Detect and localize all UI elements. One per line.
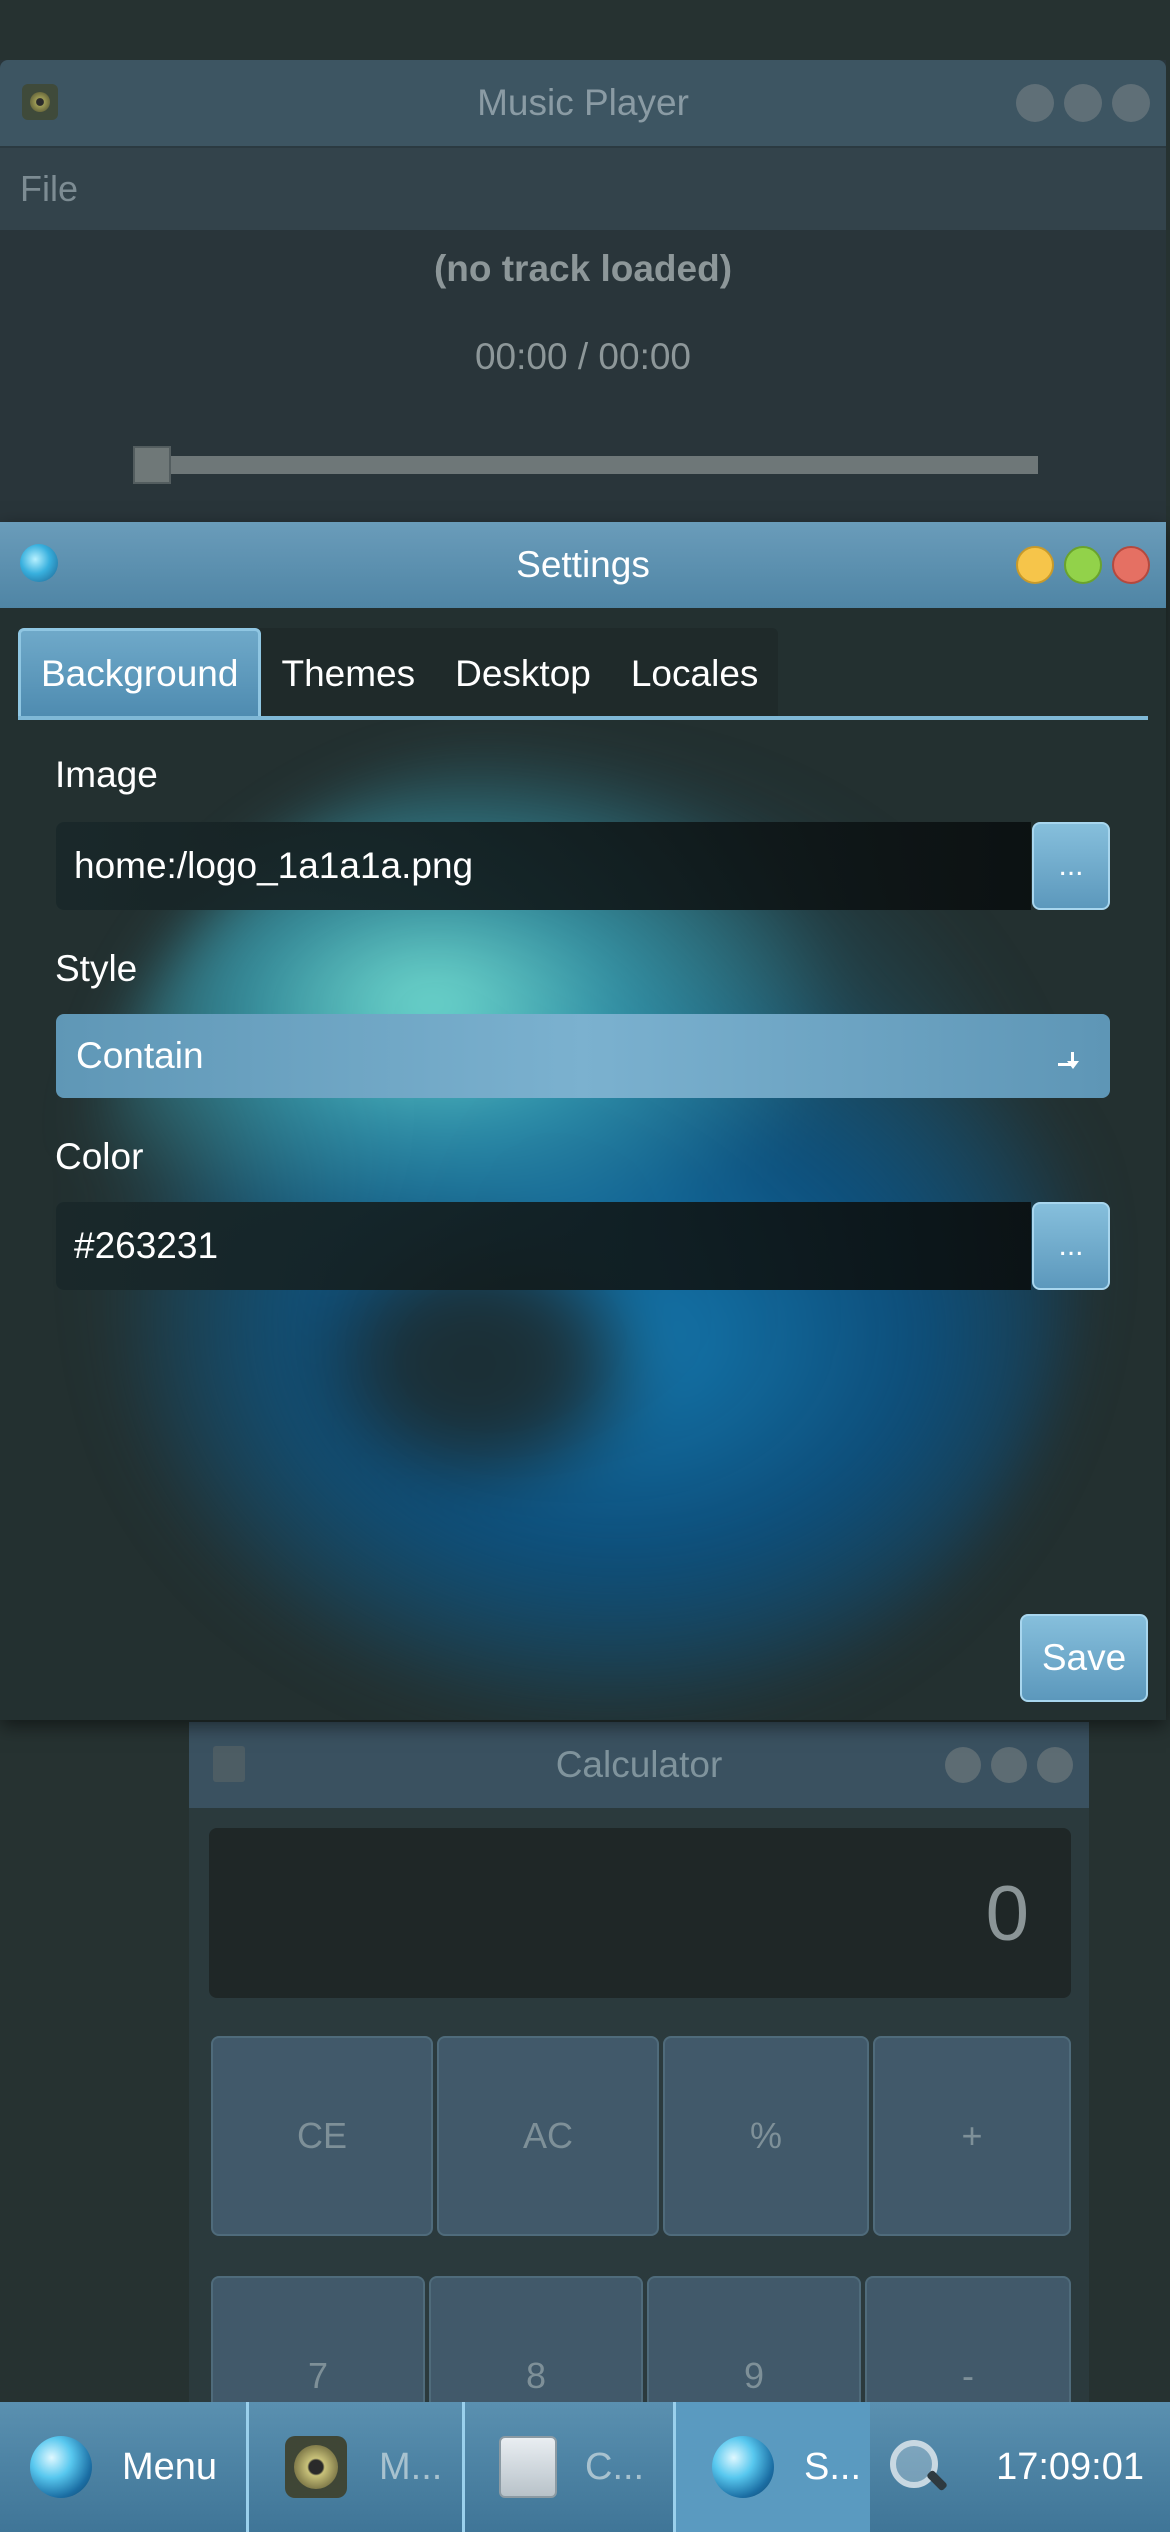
minimize-button[interactable] [1016,546,1054,584]
style-dropdown[interactable]: Contain [56,1014,1110,1098]
maximize-button[interactable] [1064,546,1102,584]
calculator-titlebar[interactable]: Calculator [189,1722,1089,1808]
settings-logo-icon [712,2436,774,2498]
color-picker-button[interactable]: ... [1032,1202,1110,1290]
tab-themes[interactable]: Themes [261,628,435,720]
calculator-icon [213,1746,245,1782]
minimize-button[interactable] [1016,84,1054,122]
taskbar-item-label: C... [585,2445,645,2488]
maximize-button[interactable] [1064,84,1102,122]
tab-bar: Background Themes Desktop Locales [18,628,779,720]
music-player-titlebar[interactable]: Music Player [0,60,1166,146]
taskbar-item-music-player[interactable]: M... [249,2402,462,2532]
display-value: 0 [985,1868,1029,1957]
color-field[interactable]: #263231 [56,1202,1031,1290]
menu-button[interactable]: Menu [0,2402,246,2532]
search-icon[interactable] [886,2436,948,2498]
style-selected-value: Contain [76,1035,204,1076]
tab-locales[interactable]: Locales [611,628,779,720]
seek-slider[interactable] [133,456,1038,474]
menu-label: Menu [122,2445,218,2488]
window-title: Calculator [555,1744,723,1785]
taskbar-item-calculator[interactable]: C... [465,2402,673,2532]
minimize-button[interactable] [945,1747,981,1783]
tab-desktop[interactable]: Desktop [435,628,611,720]
window-title: Music Player [477,82,689,123]
music-player-window[interactable]: Music Player File (no track loaded) 00:0… [0,60,1166,530]
image-label: Image [55,754,158,795]
taskbar-item-label: M... [379,2445,443,2488]
window-controls [1016,84,1150,122]
close-button[interactable] [1112,84,1150,122]
window-controls [1016,546,1150,584]
speaker-icon [22,84,58,120]
taskbar-item-label: S... [804,2445,862,2488]
ce-button[interactable]: CE [211,2036,433,2236]
tab-underline [18,716,1148,720]
ac-button[interactable]: AC [437,2036,659,2236]
plus-button[interactable]: + [873,2036,1071,2236]
style-label: Style [55,948,138,989]
logo-icon [30,2436,92,2498]
save-button[interactable]: Save [1020,1614,1148,1702]
calculator-window[interactable]: Calculator 0 CE AC % + 7 8 9 - [189,1722,1089,2476]
track-title: (no track loaded) [433,248,733,289]
tab-background[interactable]: Background [18,628,262,720]
settings-window[interactable]: Settings Background Themes Desktop Local… [0,522,1166,1720]
taskbar-item-settings[interactable]: S... [676,2402,870,2532]
menu-file[interactable]: File [20,168,78,210]
seek-slider-handle[interactable] [133,446,171,484]
close-button[interactable] [1112,546,1150,584]
menubar: File [0,146,1166,230]
calculator-display: 0 [209,1828,1071,1998]
taskbar: Menu M... C... S... 17:09:01 [0,2402,1170,2532]
settings-logo-icon [20,544,58,582]
color-label: Color [55,1136,144,1177]
dropdown-arrow-icon [1058,1052,1074,1066]
desktop: Music Player File (no track loaded) 00:0… [0,0,1170,2532]
settings-titlebar[interactable]: Settings [0,522,1166,608]
calculator-icon [499,2436,557,2498]
window-title: Settings [516,544,650,585]
window-controls [945,1747,1073,1783]
track-time: 00:00 / 00:00 [474,336,692,377]
close-button[interactable] [1037,1747,1073,1783]
image-browse-button[interactable]: ... [1032,822,1110,910]
speaker-icon [285,2436,347,2498]
maximize-button[interactable] [991,1747,1027,1783]
image-path-field[interactable]: home:/logo_1a1a1a.png [56,822,1031,910]
clock: 17:09:01 [996,2445,1144,2488]
percent-button[interactable]: % [663,2036,869,2236]
